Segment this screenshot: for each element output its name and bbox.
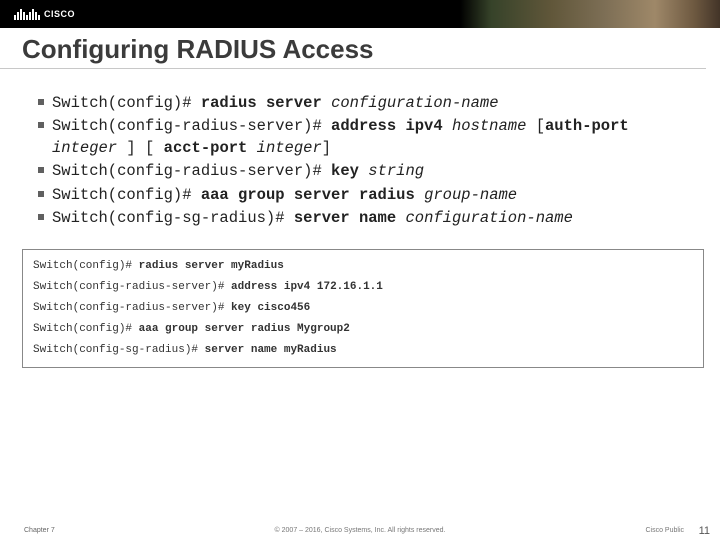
cisco-logo: CISCO [0,9,75,20]
banner-photo [460,0,720,28]
bullet-icon [38,214,44,220]
logo-bars-icon [14,9,40,20]
command-line: Switch(config-radius-server)# address ip… [38,116,686,159]
footer-copyright: © 2007 – 2016, Cisco Systems, Inc. All r… [275,527,446,534]
command-line: Switch(config-radius-server)# key string [38,161,686,182]
footer: Chapter 7 © 2007 – 2016, Cisco Systems, … [0,527,720,534]
example-box: Switch(config)# radius server myRadiusSw… [22,249,704,367]
slide-title: Configuring RADIUS Access [0,28,706,69]
bullet-icon [38,191,44,197]
example-line: Switch(config-radius-server)# address ip… [33,277,693,298]
page-number: 11 [699,525,710,537]
command-line: Switch(config)# radius server configurat… [38,93,686,114]
bullet-icon [38,167,44,173]
footer-public: Cisco Public [645,527,684,534]
bullet-icon [38,99,44,105]
command-list: Switch(config)# radius server configurat… [0,69,720,229]
example-line: Switch(config-sg-radius)# server name my… [33,340,693,361]
top-banner: CISCO [0,0,720,28]
command-line: Switch(config)# aaa group server radius … [38,185,686,206]
example-line: Switch(config-radius-server)# key cisco4… [33,298,693,319]
example-line: Switch(config)# aaa group server radius … [33,319,693,340]
command-line: Switch(config-sg-radius)# server name co… [38,208,686,229]
example-line: Switch(config)# radius server myRadius [33,256,693,277]
footer-chapter: Chapter 7 [0,527,55,534]
logo-text: CISCO [44,9,75,19]
bullet-icon [38,122,44,128]
